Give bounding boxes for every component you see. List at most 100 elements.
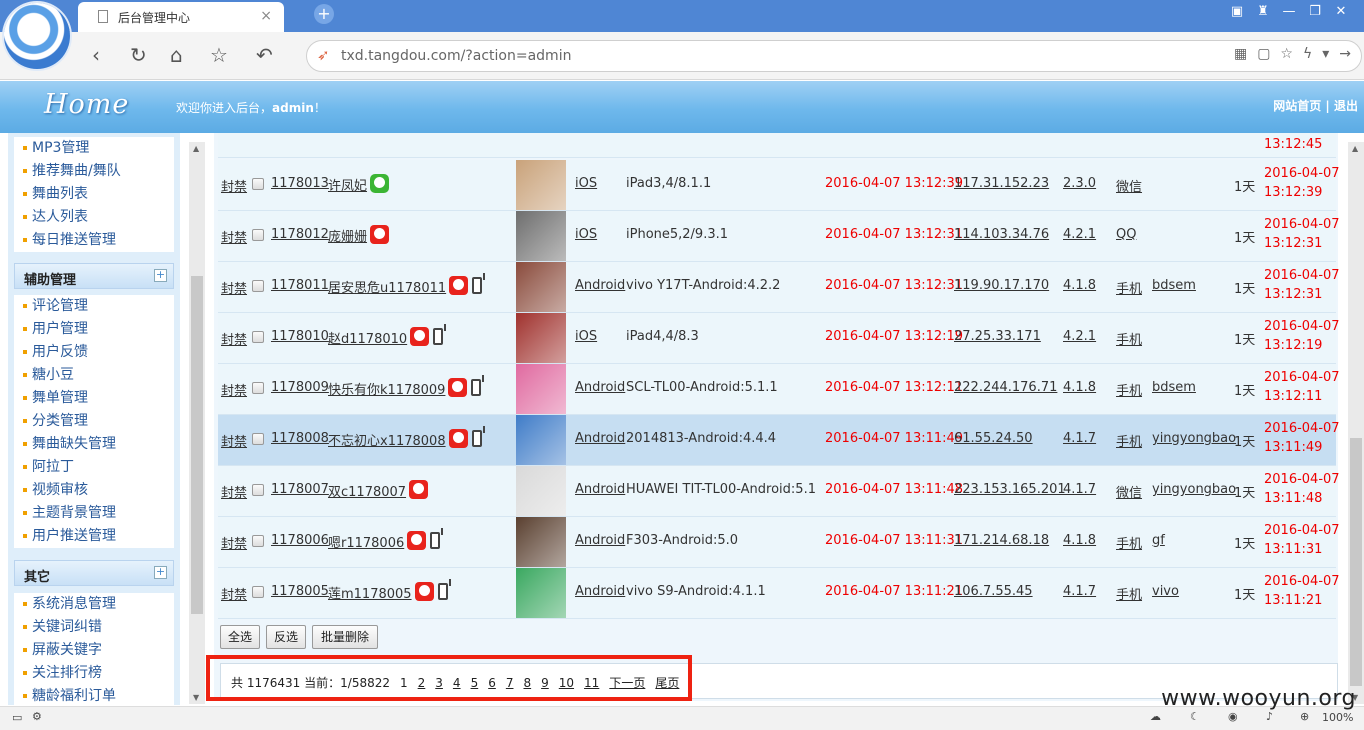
user-name-link[interactable]: 赵d1178010 <box>328 324 447 347</box>
user-name[interactable]: 居安思危u1178011 <box>328 281 446 296</box>
shirt-icon[interactable]: ♜ <box>1250 4 1276 19</box>
sidebar-item[interactable]: 舞单管理 <box>14 387 174 410</box>
user-id-link[interactable]: 1178006 <box>271 533 329 548</box>
browser-tab[interactable]: 后台管理中心 × <box>78 2 284 32</box>
select-all-button[interactable]: 全选 <box>220 625 260 649</box>
main-scrollbar[interactable]: ▲ ▼ <box>1348 142 1364 704</box>
version-link[interactable]: 4.1.8 <box>1063 380 1096 395</box>
undo-icon[interactable]: ↶ <box>256 44 273 66</box>
ip-link[interactable]: 27.25.33.171 <box>954 329 1041 344</box>
avatar[interactable] <box>516 313 566 363</box>
table-row[interactable]: 封禁 1178012 庞姗姗 iOS iPhone5,2/9.3.1 2016-04-07… <box>218 211 1340 262</box>
sidebar-item[interactable]: 推荐舞曲/舞队 <box>14 160 174 183</box>
camera-icon[interactable]: ▭ <box>12 711 22 724</box>
qrcode-icon[interactable]: ▦ <box>1234 46 1247 62</box>
channel-link[interactable]: yingyongbao <box>1152 431 1236 446</box>
user-id-link[interactable]: 1178008 <box>271 431 329 446</box>
volume-icon[interactable]: ♪ <box>1266 710 1273 723</box>
sidebar-item[interactable]: 评论管理 <box>14 295 174 318</box>
ban-link[interactable]: 封禁 <box>221 227 247 246</box>
sidebar-item[interactable]: 用户推送管理 <box>14 525 174 548</box>
user-name-link[interactable]: 居安思危u1178011 <box>328 273 486 296</box>
batch-delete-button[interactable]: 批量删除 <box>312 625 378 649</box>
lightning-icon[interactable]: ϟ <box>1303 46 1312 62</box>
ban-link[interactable]: 封禁 <box>221 482 247 501</box>
table-row[interactable]: 封禁 1178013 许凤妃 iOS iPad3,4/8.1.1 2016-04-07 1… <box>218 160 1340 211</box>
table-row[interactable]: 封禁 1178011 居安思危u1178011 Android vivo Y17T-An… <box>218 262 1340 313</box>
user-id-link[interactable]: 1178010 <box>271 329 329 344</box>
back-icon[interactable]: ‹ <box>92 44 100 66</box>
sidebar-item[interactable]: 用户管理 <box>14 318 174 341</box>
minimize-icon[interactable]: — <box>1276 4 1302 19</box>
row-checkbox[interactable] <box>252 229 264 241</box>
scroll-thumb[interactable] <box>1350 438 1362 686</box>
scroll-up-icon[interactable]: ▲ <box>1352 144 1358 153</box>
sidebar-item[interactable]: 舞曲缺失管理 <box>14 433 174 456</box>
os-link[interactable]: Android <box>575 380 625 395</box>
ip-link[interactable]: 223.153.165.201 <box>954 482 1066 497</box>
row-checkbox[interactable] <box>252 331 264 343</box>
favorite-star-icon[interactable]: ☆ <box>210 44 228 66</box>
moon-icon[interactable]: ☾ <box>1190 710 1200 723</box>
avatar[interactable] <box>516 262 566 312</box>
sidebar-scrollbar[interactable]: ▲ ▼ <box>189 142 205 704</box>
channel-link[interactable]: gf <box>1152 533 1165 548</box>
user-name[interactable]: 快乐有你k1178009 <box>328 383 445 398</box>
ip-link[interactable]: 117.31.152.23 <box>954 176 1049 191</box>
expand-icon[interactable]: + <box>154 269 167 282</box>
version-link[interactable]: 4.2.1 <box>1063 329 1096 344</box>
user-name[interactable]: 嗯r1178006 <box>328 536 404 551</box>
go-arrow-icon[interactable]: → <box>1339 46 1351 62</box>
sidebar-item[interactable]: 屏蔽关键字 <box>14 639 174 662</box>
user-id-link[interactable]: 1178007 <box>271 482 329 497</box>
login-type-link[interactable]: 手机 <box>1116 278 1142 297</box>
sidebar-group-title[interactable]: 其它 + <box>14 560 174 586</box>
chat-icon[interactable]: ☁ <box>1150 710 1161 723</box>
ip-link[interactable]: 114.103.34.76 <box>954 227 1049 242</box>
channel-link[interactable]: bdsem <box>1152 380 1196 395</box>
row-checkbox[interactable] <box>252 484 264 496</box>
version-link[interactable]: 4.2.1 <box>1063 227 1096 242</box>
star-icon[interactable]: ☆ <box>1280 46 1293 62</box>
os-link[interactable]: Android <box>575 278 625 293</box>
avatar[interactable] <box>516 415 566 465</box>
restore-icon[interactable]: ❐ <box>1302 4 1328 19</box>
sidebar-item[interactable]: 舞曲列表 <box>14 183 174 206</box>
scroll-thumb[interactable] <box>191 276 203 614</box>
user-id-link[interactable]: 1178009 <box>271 380 329 395</box>
new-tab-button[interactable]: + <box>314 4 334 24</box>
row-checkbox[interactable] <box>252 535 264 547</box>
channel-link[interactable]: bdsem <box>1152 278 1196 293</box>
shield-icon[interactable]: ◉ <box>1228 710 1238 723</box>
sidebar-item[interactable]: 每日推送管理 <box>14 229 174 252</box>
user-name[interactable]: 庞姗姗 <box>328 230 367 245</box>
user-name-link[interactable]: 嗯r1178006 <box>328 528 444 551</box>
invert-selection-button[interactable]: 反选 <box>266 625 306 649</box>
ip-link[interactable]: 61.55.24.50 <box>954 431 1033 446</box>
avatar[interactable] <box>516 568 566 618</box>
user-id-link[interactable]: 1178012 <box>271 227 329 242</box>
close-icon[interactable]: × <box>260 8 272 24</box>
table-row[interactable]: 封禁 1178008 不忘初心x1178008 Android 2014813-Andr… <box>218 415 1340 466</box>
login-type-link[interactable]: 手机 <box>1116 533 1142 552</box>
version-link[interactable]: 4.1.7 <box>1063 431 1096 446</box>
row-checkbox[interactable] <box>252 433 264 445</box>
os-link[interactable]: Android <box>575 431 625 446</box>
ip-link[interactable]: 106.7.55.45 <box>954 584 1033 599</box>
version-link[interactable]: 4.1.8 <box>1063 278 1096 293</box>
os-link[interactable]: iOS <box>575 176 597 191</box>
table-row[interactable]: 封禁 1178005 莲m1178005 Android vivo S9-Android… <box>218 568 1340 619</box>
zoom-level[interactable]: 100% <box>1322 711 1353 724</box>
table-row[interactable]: 封禁 1178006 嗯r1178006 Android F303-Android:5.… <box>218 517 1340 568</box>
window-close-icon[interactable]: ✕ <box>1328 4 1354 19</box>
version-link[interactable]: 2.3.0 <box>1063 176 1096 191</box>
channel-link[interactable]: vivo <box>1152 584 1179 599</box>
header-links[interactable]: 网站首页 | 退出 <box>1273 97 1358 114</box>
row-checkbox[interactable] <box>252 382 264 394</box>
ip-link[interactable]: 222.244.176.71 <box>954 380 1057 395</box>
compat-icon[interactable]: ▢ <box>1257 46 1270 62</box>
avatar[interactable] <box>516 211 566 261</box>
sidebar-item[interactable]: 系统消息管理 <box>14 593 174 616</box>
ip-link[interactable]: 171.214.68.18 <box>954 533 1049 548</box>
sidebar-item[interactable]: 用户反馈 <box>14 341 174 364</box>
